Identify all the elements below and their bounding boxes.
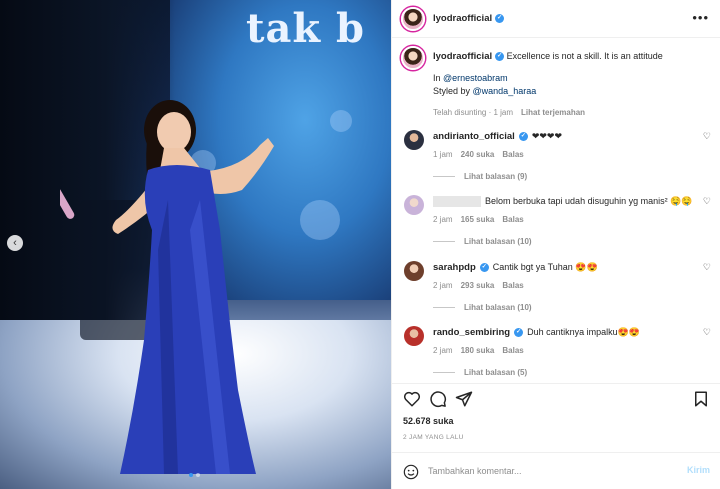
commenter-avatar[interactable] xyxy=(404,261,424,281)
likes-count[interactable]: 52.678 suka xyxy=(403,416,454,426)
redacted-username xyxy=(433,196,481,208)
reply-button[interactable]: Balas xyxy=(502,346,523,355)
caption-avatar[interactable] xyxy=(401,46,425,70)
carousel-dot-active xyxy=(189,473,193,477)
view-replies-button[interactable]: Lihat balasan (5) xyxy=(433,368,527,377)
singer-figure xyxy=(60,100,274,474)
send-icon[interactable] xyxy=(455,390,473,408)
comment-text: Cantik bgt ya Tuhan 😍😍 xyxy=(492,262,598,272)
comment-time: 2 jam xyxy=(433,281,453,290)
comment-likes[interactable]: 180 suka xyxy=(461,346,495,355)
commenter-username[interactable]: sarahpdp xyxy=(433,262,476,273)
heart-icon[interactable]: ♡ xyxy=(703,196,711,207)
view-replies-button[interactable]: Lihat balasan (10) xyxy=(433,237,532,246)
smiley-icon[interactable] xyxy=(403,464,419,480)
view-replies-button[interactable]: Lihat balasan (9) xyxy=(433,172,527,181)
see-translation-button[interactable]: Lihat terjemahan xyxy=(521,108,585,117)
reply-button[interactable]: Balas xyxy=(502,215,523,224)
comment-text: ❤❤❤❤ xyxy=(531,131,562,141)
commenter-avatar[interactable] xyxy=(404,130,424,150)
post-time-ago: 2 JAM YANG LALU xyxy=(403,434,464,441)
verified-badge-icon: ✓ xyxy=(495,52,505,62)
mention-link[interactable]: @ernestoabram xyxy=(443,73,508,83)
commenter-avatar[interactable] xyxy=(404,195,424,215)
verified-badge-icon: ✓ xyxy=(518,132,528,142)
comment-item: andirianto_official ✓ ❤❤❤❤ 1 jam 240 suka Ba… xyxy=(401,128,720,194)
bokeh-light xyxy=(330,110,352,132)
comment-likes[interactable]: 293 suka xyxy=(461,281,495,290)
caption-styled-prefix: Styled by xyxy=(433,86,473,96)
reply-button[interactable]: Balas xyxy=(502,281,523,290)
mention-link[interactable]: @wanda_haraa xyxy=(473,86,537,96)
view-replies-button[interactable]: Lihat balasan (10) xyxy=(433,303,532,312)
author-username-text[interactable]: lyodraofficial xyxy=(433,13,492,24)
author-avatar[interactable] xyxy=(401,7,425,31)
comment-time: 2 jam xyxy=(433,346,453,355)
post-header: lyodraofficial ✓ ••• xyxy=(392,0,720,38)
commenter-username[interactable]: rando_sembiring xyxy=(433,327,510,338)
post-actions xyxy=(392,383,720,411)
post-photo[interactable]: tak b ‹ xyxy=(0,0,391,489)
carousel-indicator xyxy=(189,473,200,477)
heart-icon[interactable]: ♡ xyxy=(703,262,711,273)
verified-badge-icon: ✓ xyxy=(514,328,524,338)
comment-item: sarahpdp ✓ Cantik bgt ya Tuhan 😍😍 2 jam 293… xyxy=(401,259,720,325)
verified-badge-icon: ✓ xyxy=(495,13,505,23)
caption-in-prefix: In xyxy=(433,73,444,83)
caption-username[interactable]: lyodraofficial xyxy=(433,51,492,62)
comment-item: rando_sembiring ✓ Duh cantiknya impalku😍😍 … xyxy=(401,324,720,383)
comment-likes[interactable]: 165 suka xyxy=(461,215,495,224)
comment-likes[interactable]: 240 suka xyxy=(461,150,495,159)
comment-text: Duh cantiknya impalku😍😍 xyxy=(527,327,641,337)
post-detail-panel: lyodraofficial ✓ ••• lyodraofficial ✓ Exce… xyxy=(391,0,720,489)
reply-button[interactable]: Balas xyxy=(502,150,523,159)
screen-text: tak b xyxy=(246,5,366,52)
heart-icon[interactable]: ♡ xyxy=(703,131,711,142)
bookmark-icon[interactable] xyxy=(692,390,710,408)
comments-scroll-area[interactable]: lyodraofficial ✓ Excellence is not a skil… xyxy=(392,38,720,383)
comment-time: 2 jam xyxy=(433,215,453,224)
comment-input[interactable] xyxy=(428,462,668,480)
comment-text: Belom berbuka tapi udah disuguhin yg man… xyxy=(485,196,693,206)
add-comment-bar: Kirim xyxy=(392,452,720,489)
heart-icon[interactable] xyxy=(403,390,421,408)
bokeh-light xyxy=(300,200,340,240)
carousel-prev-button[interactable]: ‹ xyxy=(7,235,23,251)
comment-time: 1 jam xyxy=(433,150,453,159)
edited-time: Telah disunting · 1 jam xyxy=(433,108,514,117)
post-comment-button[interactable]: Kirim xyxy=(687,465,710,475)
commenter-avatar[interactable] xyxy=(404,326,424,346)
verified-badge-icon: ✓ xyxy=(479,263,489,273)
heart-icon[interactable]: ♡ xyxy=(703,327,711,338)
more-horizontal-icon[interactable]: ••• xyxy=(692,10,709,25)
caption-meta: Telah disunting · 1 jam Lihat terjemahan xyxy=(433,106,711,119)
comment-icon[interactable] xyxy=(429,390,447,408)
comment-item: Belom berbuka tapi udah disuguhin yg man… xyxy=(401,193,720,259)
author-username[interactable]: lyodraofficial ✓ xyxy=(433,13,505,24)
carousel-dot xyxy=(196,473,200,477)
caption-text: Excellence is not a skill. It is an atti… xyxy=(506,51,663,61)
commenter-username[interactable]: andirianto_official xyxy=(433,131,515,142)
